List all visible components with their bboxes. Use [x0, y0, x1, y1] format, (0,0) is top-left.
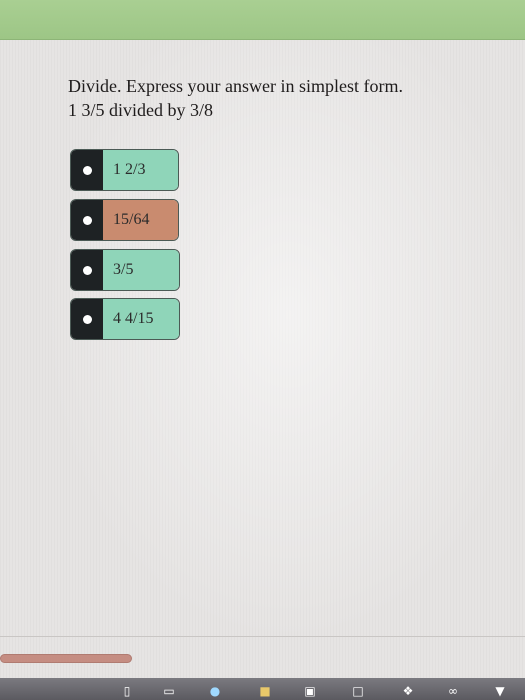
answer-label: 3/5 — [103, 250, 179, 290]
answer-option-2[interactable]: 15/64 — [70, 199, 179, 241]
footer-divider — [0, 636, 525, 637]
answer-option-1[interactable]: 1 2/3 — [70, 149, 179, 191]
bullet-icon — [82, 165, 92, 175]
question-problem: 1 3/5 divided by 3/8 — [68, 100, 213, 120]
infinity-icon[interactable]: ∞ — [444, 682, 462, 700]
bullet-icon — [82, 265, 92, 275]
question-panel: Divide. Express your answer in simplest … — [0, 40, 525, 640]
radio-bullet[interactable] — [71, 250, 103, 290]
app-icon[interactable]: ▼ — [490, 682, 510, 700]
task-view-icon[interactable]: ▭ — [160, 682, 178, 700]
amazon-icon[interactable]: □ — [350, 682, 366, 700]
folder-icon[interactable]: ■ — [256, 682, 274, 700]
answer-label: 15/64 — [103, 200, 178, 240]
question-text: Divide. Express your answer in simplest … — [68, 74, 508, 122]
dropbox-icon[interactable]: ❖ — [399, 682, 417, 700]
radio-bullet[interactable] — [71, 299, 103, 339]
top-bar — [0, 0, 525, 40]
explorer-icon[interactable]: ▯ — [120, 682, 134, 700]
store-icon[interactable]: ▣ — [301, 682, 319, 700]
edge-icon[interactable]: ● — [206, 682, 224, 700]
progress-bar — [0, 654, 132, 663]
radio-bullet[interactable] — [71, 200, 103, 240]
answer-label: 1 2/3 — [103, 150, 178, 190]
bullet-icon — [82, 314, 92, 324]
question-instruction: Divide. Express your answer in simplest … — [68, 76, 403, 96]
bullet-icon — [82, 215, 92, 225]
answer-label: 4 4/15 — [103, 299, 179, 339]
radio-bullet[interactable] — [71, 150, 103, 190]
answer-option-3[interactable]: 3/5 — [70, 249, 180, 291]
answer-option-4[interactable]: 4 4/15 — [70, 298, 180, 340]
